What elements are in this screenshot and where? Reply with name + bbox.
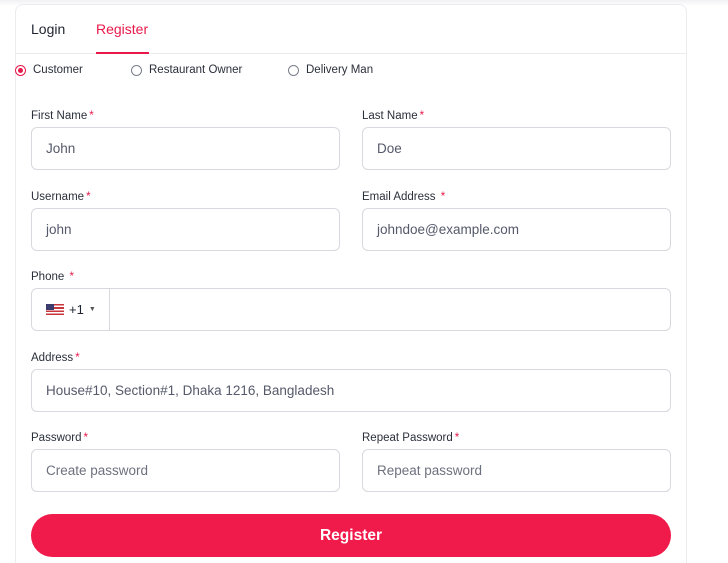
address-label: Address *	[31, 352, 80, 364]
username-label-text: Username	[31, 191, 85, 203]
phone-field[interactable]: +1 ▼	[31, 288, 671, 331]
repeat-password-label-text: Repeat Password	[362, 432, 453, 444]
role-customer[interactable]: Customer	[15, 64, 83, 76]
repeat-password-label: Repeat Password *	[362, 432, 459, 444]
email-value: johndoe@example.com	[377, 222, 520, 237]
role-customer-label: Customer	[33, 64, 83, 76]
required-marker: *	[419, 110, 425, 122]
repeat-password-field[interactable]: Repeat password	[362, 449, 671, 492]
first-name-value: John	[46, 141, 76, 156]
email-label: Email Address *	[362, 191, 445, 203]
email-label-text: Email Address	[362, 191, 436, 203]
password-field[interactable]: Create password	[31, 449, 340, 492]
role-selector: Customer Restaurant Owner Delivery Man	[15, 64, 655, 80]
required-marker: *	[454, 432, 460, 444]
required-marker: *	[440, 191, 446, 203]
role-delivery-man-label: Delivery Man	[306, 64, 374, 76]
address-label-text: Address	[31, 352, 74, 364]
role-restaurant-owner[interactable]: Restaurant Owner	[131, 64, 242, 76]
username-label: Username *	[31, 191, 91, 203]
last-name-field[interactable]: Doe	[362, 127, 671, 170]
dial-code: +1	[69, 302, 84, 317]
last-name-label-text: Last Name	[362, 110, 418, 122]
address-value: House#10, Section#1, Dhaka 1216, Banglad…	[46, 383, 335, 398]
password-label: Password *	[31, 432, 88, 444]
password-placeholder: Create password	[46, 463, 149, 478]
first-name-label-text: First Name	[31, 110, 88, 122]
first-name-field[interactable]: John	[31, 127, 340, 170]
us-flag-icon	[46, 304, 64, 315]
caret-down-icon: ▼	[88, 306, 96, 313]
role-restaurant-owner-label: Restaurant Owner	[149, 64, 243, 76]
required-marker: *	[75, 352, 80, 364]
required-marker: *	[89, 110, 94, 122]
last-name-value: Doe	[377, 141, 402, 156]
repeat-password-placeholder: Repeat password	[377, 463, 483, 478]
required-marker: *	[69, 271, 74, 283]
email-field[interactable]: johndoe@example.com	[362, 208, 671, 251]
first-name-label: First Name *	[31, 110, 94, 122]
required-marker: *	[86, 191, 91, 203]
auth-tabs: Login Register	[16, 5, 686, 54]
password-label-text: Password	[31, 432, 82, 444]
register-button[interactable]: Register	[31, 514, 671, 557]
radio-customer[interactable]	[15, 64, 26, 76]
last-name-label: Last Name *	[362, 110, 424, 122]
phone-label: Phone *	[31, 271, 74, 283]
radio-restaurant-owner[interactable]	[131, 64, 142, 76]
username-field[interactable]: john	[31, 208, 340, 251]
required-marker: *	[83, 432, 88, 444]
tab-register[interactable]: Register	[96, 21, 148, 37]
role-delivery-man[interactable]: Delivery Man	[288, 64, 373, 76]
active-tab-indicator	[96, 52, 149, 54]
radio-delivery-man[interactable]	[288, 64, 299, 76]
country-code-dropdown[interactable]: +1 ▼	[32, 289, 110, 330]
tab-login[interactable]: Login	[31, 21, 65, 37]
address-field[interactable]: House#10, Section#1, Dhaka 1216, Banglad…	[31, 369, 671, 412]
phone-label-text: Phone	[31, 271, 65, 283]
username-value: john	[46, 222, 72, 237]
